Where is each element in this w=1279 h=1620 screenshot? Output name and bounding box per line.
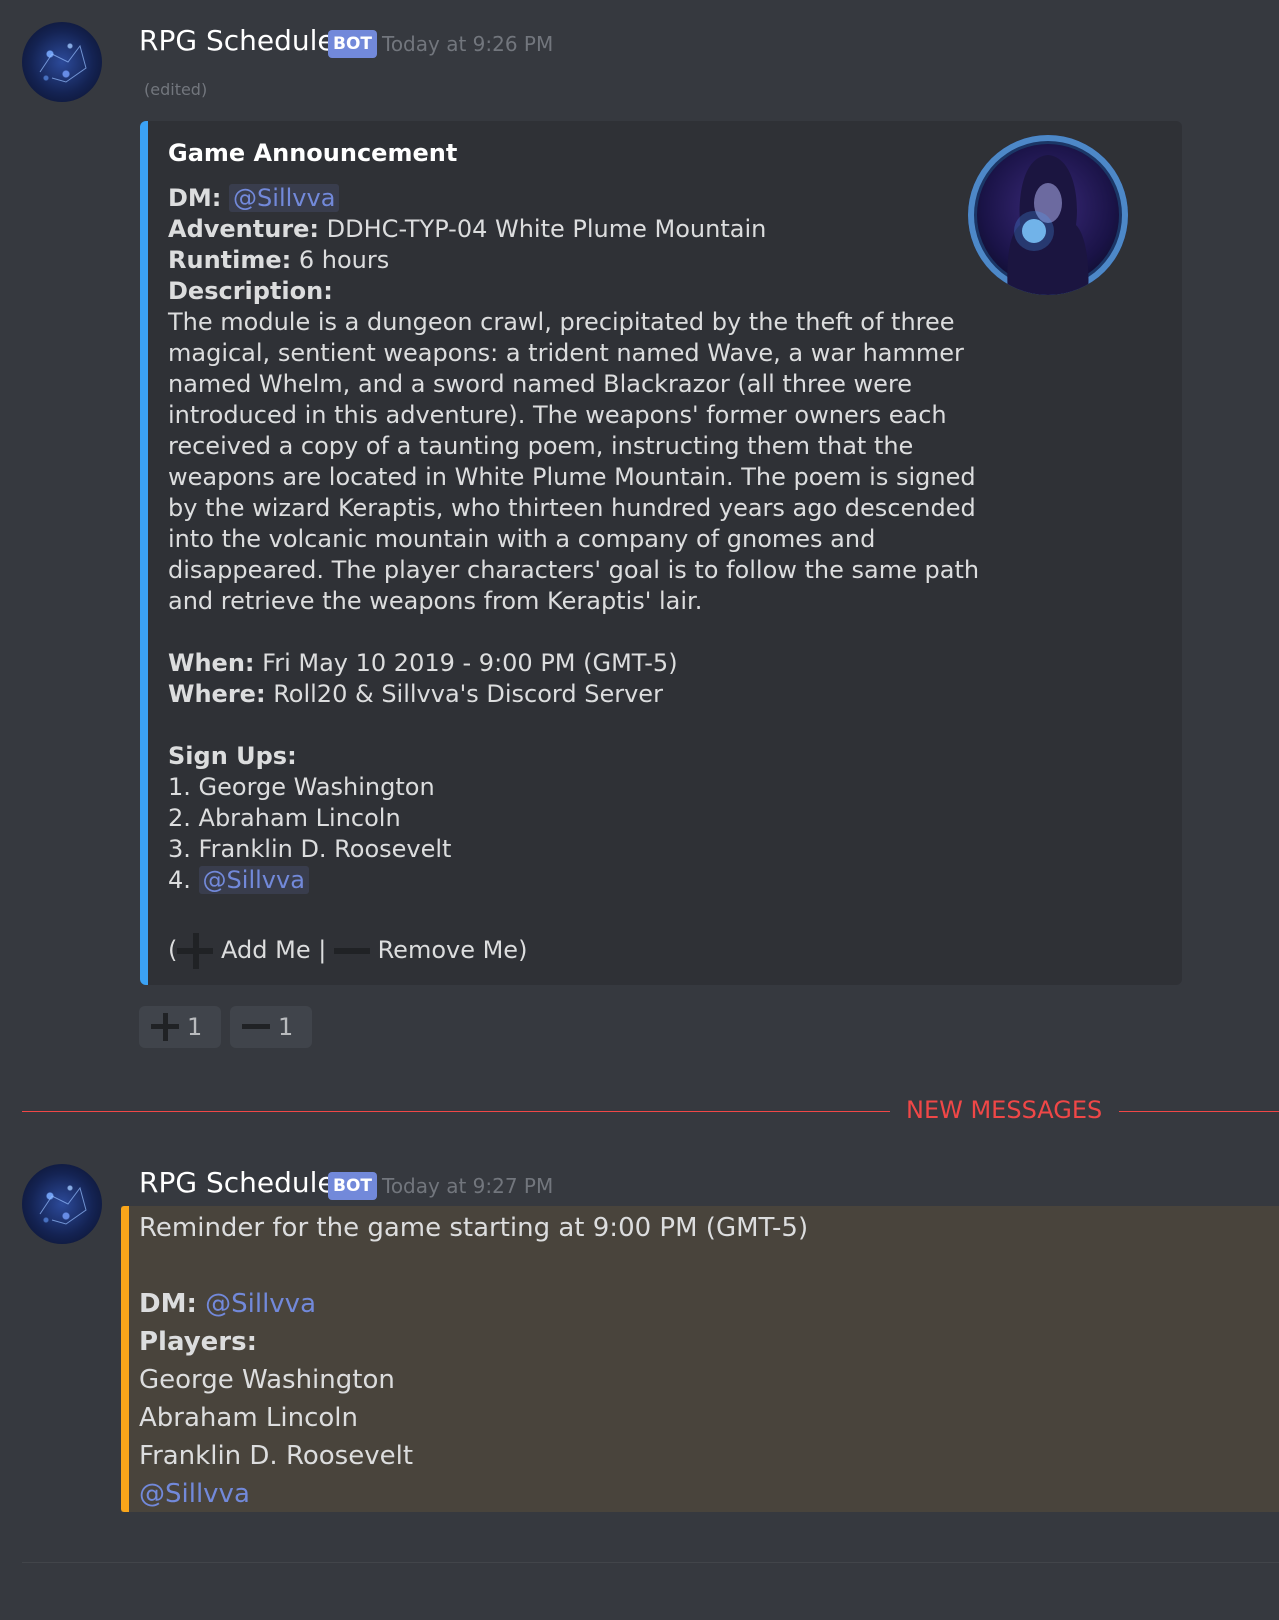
dm-line: DM: @Sillvva <box>139 1285 808 1323</box>
reminder-message: Reminder for the game starting at 9:00 P… <box>139 1209 808 1513</box>
where-line: Where: Roll20 & Sillvva's Discord Server <box>168 679 968 710</box>
description-line: introduced in this adventure). The weapo… <box>168 401 947 429</box>
signups-label-text: Sign Ups: <box>168 742 297 770</box>
reminder-text: Reminder for the game starting at 9:00 P… <box>139 1213 809 1243</box>
description-line: into the volcanic mountain with a compan… <box>168 525 876 553</box>
signup-item: 4. @Sillvva <box>168 865 968 896</box>
description-line: magical, sentient weapons: a trident nam… <box>168 339 964 367</box>
author-name[interactable]: RPG Schedule <box>139 1166 335 1199</box>
message-timestamp[interactable]: Today at 9:27 PM <box>382 1174 553 1198</box>
bot-badge: BOT <box>328 1172 378 1200</box>
reaction-minus[interactable]: 1 <box>230 1006 312 1048</box>
player-mention[interactable]: @Sillvva <box>139 1475 808 1513</box>
when-value: Fri May 10 2019 - 9:00 PM (GMT-5) <box>262 649 678 677</box>
signup-item: 2. Abraham Lincoln <box>168 804 401 832</box>
bot-avatar[interactable] <box>22 1164 102 1244</box>
adventure-value: DDHC-TYP-04 White Plume Mountain <box>326 215 767 243</box>
new-messages-divider-left <box>22 1111 890 1112</box>
edited-label: (edited) <box>144 80 208 99</box>
new-messages-divider-right <box>1119 1111 1279 1112</box>
adventure-label: Adventure: <box>168 215 320 243</box>
reaction-plus[interactable]: 1 <box>139 1006 221 1048</box>
description-line: disappeared. The player characters' goal… <box>168 556 980 584</box>
description-text: The module is a dungeon crawl, precipita… <box>168 307 980 617</box>
signup-item: 3. Franklin D. Roosevelt <box>168 835 452 863</box>
game-announcement-embed: Game Announcement DM: @Sillvva Adventure… <box>140 121 1182 985</box>
message-separator <box>22 1562 1279 1563</box>
where-value: Roll20 & Sillvva's Discord Server <box>273 680 663 708</box>
description-line: and retrieve the weapons from Keraptis' … <box>168 587 703 615</box>
open-paren: ( <box>168 936 178 964</box>
player-item: Abraham Lincoln <box>139 1403 359 1433</box>
reaction-count: 1 <box>278 1013 294 1041</box>
runtime-label: Runtime: <box>168 246 292 274</box>
runtime-value: 6 hours <box>298 246 390 274</box>
signup-mention[interactable]: @Sillvva <box>198 866 309 894</box>
mention-highlight-bar <box>121 1206 129 1512</box>
description-label: Description: <box>168 276 968 307</box>
signup-number: 4. <box>168 866 191 894</box>
embed-thumbnail[interactable] <box>968 135 1128 295</box>
bot-avatar[interactable] <box>22 22 102 102</box>
adventure-line: Adventure: DDHC-TYP-04 White Plume Mount… <box>168 214 968 245</box>
dm-mention[interactable]: @Sillvva <box>205 1289 316 1319</box>
signup-item: 1. George Washington <box>168 773 435 801</box>
description-line: received a copy of a taunting poem, inst… <box>168 432 914 460</box>
description-line: named Whelm, and a sword named Blackrazo… <box>168 370 913 398</box>
description-line: The module is a dungeon crawl, precipita… <box>168 308 955 336</box>
plus-icon <box>151 1013 179 1041</box>
minus-icon <box>333 933 370 969</box>
message-timestamp[interactable]: Today at 9:26 PM <box>382 32 553 56</box>
dm-mention[interactable]: @Sillvva <box>229 184 340 212</box>
players-label: Players: <box>139 1323 808 1361</box>
chat-page: RPG Schedule BOT Today at 9:26 PM (edite… <box>0 0 1279 1620</box>
embed-body: DM: @Sillvva Adventure: DDHC-TYP-04 Whit… <box>168 183 980 969</box>
dm-line: DM: @Sillvva <box>168 183 968 214</box>
description-label-text: Description: <box>168 277 333 305</box>
dm-label: DM: <box>168 184 222 212</box>
runtime-line: Runtime: 6 hours <box>168 245 968 276</box>
where-label: Where: <box>168 680 266 708</box>
embed-accent-bar <box>140 121 148 985</box>
remove-me-text: Remove Me) <box>377 936 528 964</box>
when-label: When: <box>168 649 255 677</box>
new-messages-label: NEW MESSAGES <box>906 1096 1103 1124</box>
reaction-count: 1 <box>187 1013 203 1041</box>
add-me-text: Add Me | <box>221 936 327 964</box>
players-label-text: Players: <box>139 1327 257 1357</box>
description-line: weapons are located in White Plume Mount… <box>168 463 976 491</box>
minus-icon <box>242 1013 270 1041</box>
plus-icon <box>177 933 214 969</box>
add-remove-instructions: ( Add Me | Remove Me) <box>168 933 968 969</box>
embed-title: Game Announcement <box>168 139 458 167</box>
dm-label: DM: <box>139 1289 197 1319</box>
signups-label: Sign Ups: <box>168 741 968 772</box>
when-line: When: Fri May 10 2019 - 9:00 PM (GMT-5) <box>168 648 968 679</box>
bot-badge: BOT <box>328 30 378 58</box>
player-item: George Washington <box>139 1365 395 1395</box>
description-line: by the wizard Keraptis, who thirteen hun… <box>168 494 976 522</box>
player-item: Franklin D. Roosevelt <box>139 1441 414 1471</box>
author-name[interactable]: RPG Schedule <box>139 24 335 57</box>
